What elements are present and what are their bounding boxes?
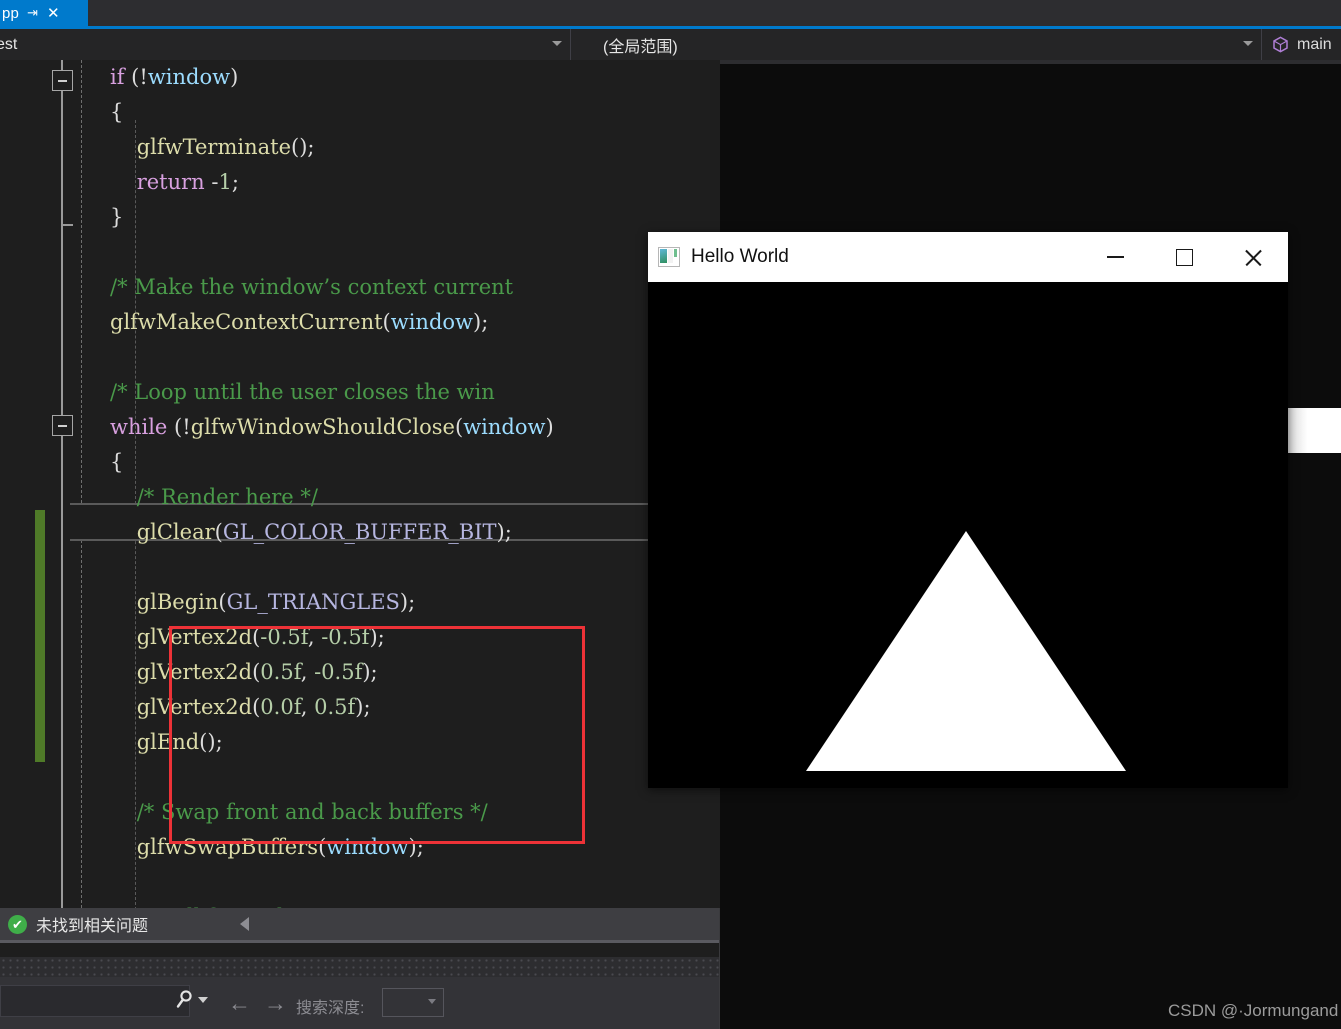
code-line: /* Loop until the user closes the win [110, 380, 495, 404]
code-line: glBegin(GL_TRIANGLES); [136, 590, 416, 614]
search-depth-label: 搜索深度: [296, 1000, 365, 1017]
editor-tab-strip: pp ⇥ ✕ [0, 0, 1341, 26]
unsaved-change-indicator [35, 510, 45, 762]
symbol-name: main [1297, 35, 1332, 53]
chevron-down-icon[interactable] [198, 997, 208, 1003]
fold-toggle-while-block[interactable] [52, 415, 73, 436]
code-line: glfwTerminate(); [136, 135, 315, 159]
code-line: /* Poll for and process events */ [110, 900, 720, 908]
editor-tab-active[interactable]: pp ⇥ ✕ [0, 0, 88, 26]
check-circle-icon: ✔ [8, 914, 27, 934]
editor-tab-label: pp [2, 4, 20, 22]
hello-world-title: Hello World [691, 246, 789, 267]
code-line: /* Make the window’s context current [110, 275, 514, 299]
hello-world-window[interactable]: Hello World [648, 232, 1288, 788]
background-panel-peek [1287, 408, 1341, 453]
panel-right-edge [719, 908, 720, 1029]
editor-navigation-bar: est (全局范围) main [0, 29, 1341, 60]
chevron-down-icon[interactable] [428, 999, 436, 1004]
pin-icon[interactable]: ⇥ [27, 5, 38, 21]
fold-toggle-if-block[interactable] [52, 70, 73, 91]
symbol-combobox[interactable]: main [1262, 29, 1332, 60]
search-input[interactable] [0, 985, 190, 1017]
triangle-left-icon[interactable] [240, 917, 250, 931]
code-line: return -1; [136, 170, 239, 194]
code-line: /* Render here */ [136, 485, 318, 509]
panel-separator [0, 940, 720, 943]
panel-drag-grip[interactable] [0, 957, 720, 977]
indent-guide-level-1 [81, 60, 82, 908]
outlining-end-tick [61, 224, 73, 226]
code-line: glClear(GL_COLOR_BUFFER_BIT); [136, 520, 512, 544]
hello-world-titlebar[interactable]: Hello World [648, 232, 1288, 282]
code-editor[interactable]: if (!window) { glfwTerminate(); return -1… [0, 60, 720, 908]
arrow-right-icon[interactable]: → [264, 990, 287, 1017]
project-scope-value: est [0, 35, 18, 53]
app-window-icon [658, 247, 680, 267]
project-scope-combobox[interactable]: est [0, 29, 571, 60]
code-line: glfwMakeContextCurrent(window); [110, 310, 489, 334]
close-icon[interactable] [1219, 232, 1288, 282]
chevron-down-icon[interactable] [1243, 41, 1253, 46]
code-line: while (!glfwWindowShouldClose(window) [110, 415, 554, 439]
code-line: } [110, 205, 124, 229]
arrow-left-icon[interactable]: ← [228, 990, 251, 1017]
search-depth-combobox[interactable] [382, 988, 444, 1017]
error-list-message: 未找到相关问题 [36, 918, 149, 935]
annotation-rectangle [169, 626, 585, 844]
minimize-icon[interactable] [1081, 232, 1150, 282]
outlining-spine [61, 60, 63, 908]
code-line: { [110, 450, 124, 474]
chevron-down-icon[interactable] [552, 41, 562, 46]
magnifier-icon[interactable] [172, 989, 196, 1011]
maximize-icon[interactable] [1150, 232, 1219, 282]
method-cube-icon [1272, 36, 1289, 53]
opengl-canvas [648, 282, 1288, 788]
member-scope-value: (全局范围) [603, 38, 678, 56]
code-line: if (!window) [110, 65, 239, 89]
member-scope-combobox[interactable]: (全局范围) [571, 29, 1262, 60]
error-list-status: ✔ 未找到相关问题 [0, 908, 720, 940]
code-line: { [110, 100, 124, 124]
close-icon[interactable]: ✕ [47, 4, 60, 22]
watermark-text: CSDN @·Jormungand [1168, 1001, 1339, 1020]
opengl-triangle [806, 531, 1126, 771]
